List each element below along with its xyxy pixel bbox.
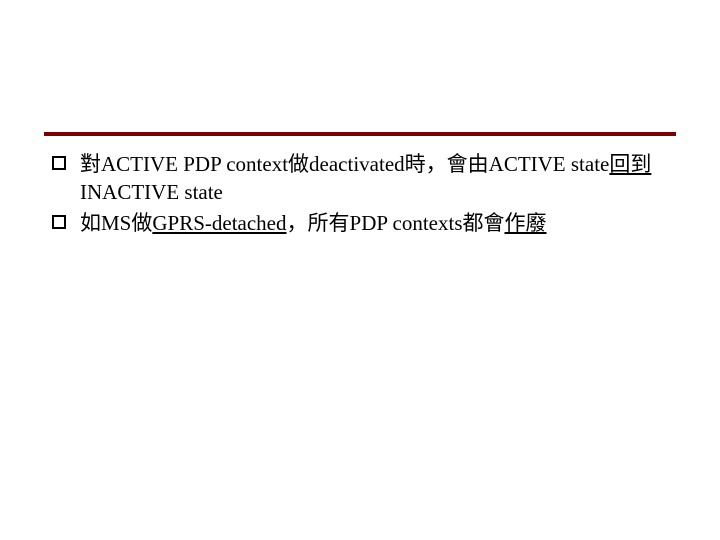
square-bullet-icon <box>52 215 66 229</box>
title-divider <box>44 132 676 136</box>
list-item-text: 如MS做GPRS-detached，所有PDP contexts都會作廢 <box>80 209 668 237</box>
list-item-text: 對ACTIVE PDP context做deactivated時，會由ACTIV… <box>80 150 668 207</box>
slide-content: 對ACTIVE PDP context做deactivated時，會由ACTIV… <box>0 0 720 540</box>
list-item: 如MS做GPRS-detached，所有PDP contexts都會作廢 <box>52 209 668 237</box>
square-bullet-icon <box>52 156 66 170</box>
content-area: 對ACTIVE PDP context做deactivated時，會由ACTIV… <box>52 150 668 239</box>
list-item: 對ACTIVE PDP context做deactivated時，會由ACTIV… <box>52 150 668 207</box>
